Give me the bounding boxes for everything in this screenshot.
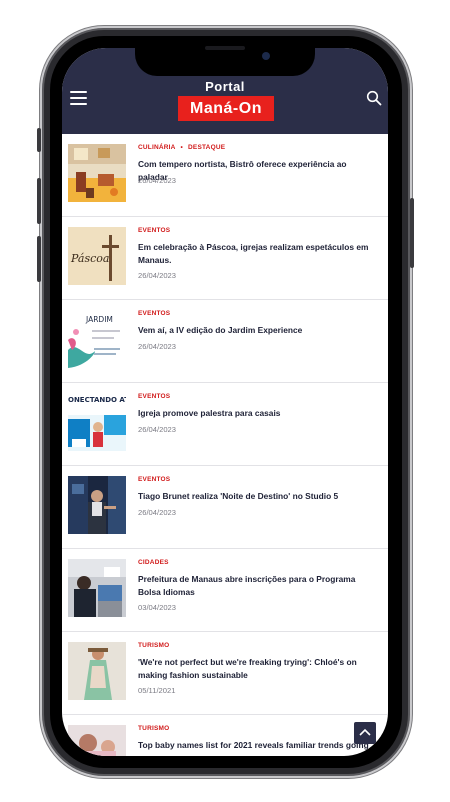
article-date: 05/11/2021 bbox=[138, 686, 176, 695]
category-label[interactable]: EVENTOS bbox=[138, 393, 170, 400]
article-item[interactable]: TURISMO 'We're not perfect but we're fre… bbox=[62, 632, 388, 715]
article-title[interactable]: Em celebração à Páscoa, igrejas realizam… bbox=[138, 241, 378, 266]
article-thumbnail[interactable] bbox=[68, 725, 126, 756]
phone-power-button bbox=[410, 198, 414, 268]
site-logo[interactable]: Maná-On bbox=[178, 96, 274, 121]
article-item[interactable]: Páscoa EVENTOS Em celebração à Páscoa, i… bbox=[62, 217, 388, 300]
article-categories: EVENTOS bbox=[138, 310, 170, 317]
article-title[interactable]: Prefeitura de Manaus abre inscrições par… bbox=[138, 573, 378, 598]
article-date: 26/04/2023 bbox=[138, 342, 177, 351]
phone-notch bbox=[135, 36, 315, 76]
article-categories: TURISMO bbox=[138, 642, 169, 649]
article-thumbnail[interactable] bbox=[68, 642, 126, 700]
phone-screen: Portal Maná-On CULINÁRIA • DESTAQUE Com … bbox=[62, 48, 388, 756]
article-thumbnail[interactable] bbox=[68, 144, 126, 202]
thumbnail-text: JARDIM bbox=[85, 315, 113, 324]
category-label[interactable]: CIDADES bbox=[138, 559, 169, 566]
article-categories: CIDADES bbox=[138, 559, 169, 566]
article-categories: TURISMO bbox=[138, 725, 169, 732]
phone-side-button bbox=[37, 128, 41, 152]
article-thumbnail[interactable] bbox=[68, 476, 126, 534]
article-thumbnail[interactable] bbox=[68, 559, 126, 617]
article-categories: CULINÁRIA • DESTAQUE bbox=[138, 144, 226, 151]
article-categories: EVENTOS bbox=[138, 227, 170, 234]
logo-top-text: Portal bbox=[205, 79, 245, 94]
phone-side-button bbox=[37, 236, 41, 282]
phone-side-button bbox=[37, 178, 41, 224]
thumbnail-text: ONECTANDO ATRAPALHA bbox=[68, 396, 126, 404]
article-item[interactable]: CULINÁRIA • DESTAQUE Com tempero nortista,… bbox=[62, 134, 388, 217]
article-item[interactable]: ONECTANDO ATRAPALHA EVENTOS Igreja promo… bbox=[62, 383, 388, 466]
article-thumbnail[interactable]: Páscoa bbox=[68, 227, 126, 285]
phone-camera bbox=[262, 52, 270, 60]
article-item[interactable]: CIDADES Prefeitura de Manaus abre inscri… bbox=[62, 549, 388, 632]
article-item[interactable]: JARDIM EVENTOS Vem aí, a IV edição do Ja… bbox=[62, 300, 388, 383]
thumbnail-text: Páscoa bbox=[70, 252, 109, 265]
search-icon[interactable] bbox=[366, 90, 382, 106]
category-label[interactable]: TURISMO bbox=[138, 725, 169, 732]
scroll-to-top-button[interactable] bbox=[354, 722, 376, 744]
category-label[interactable]: EVENTOS bbox=[138, 227, 170, 234]
category-label[interactable]: CULINÁRIA bbox=[138, 144, 176, 151]
article-categories: EVENTOS bbox=[138, 393, 170, 400]
article-date: 26/04/2023 bbox=[138, 176, 177, 185]
article-list: CULINÁRIA • DESTAQUE Com tempero nortista,… bbox=[62, 134, 388, 756]
article-title[interactable]: 'We're not perfect but we're freaking tr… bbox=[138, 656, 378, 681]
article-date: 26/04/2023 bbox=[138, 508, 177, 517]
article-thumbnail[interactable]: ONECTANDO ATRAPALHA bbox=[68, 393, 126, 451]
article-date: 26/04/2023 bbox=[138, 271, 177, 280]
article-categories: EVENTOS bbox=[138, 476, 170, 483]
article-title[interactable]: Top baby names list for 2021 reveals fam… bbox=[138, 739, 378, 752]
phone-speaker bbox=[205, 46, 245, 50]
chevron-up-icon bbox=[359, 728, 371, 736]
article-item[interactable]: TURISMO Top baby names list for 2021 rev… bbox=[62, 715, 388, 756]
category-label[interactable]: EVENTOS bbox=[138, 476, 170, 483]
category-label[interactable]: EVENTOS bbox=[138, 310, 170, 317]
article-date: 03/04/2023 bbox=[138, 603, 177, 612]
category-label[interactable]: TURISMO bbox=[138, 642, 169, 649]
article-title[interactable]: Igreja promove palestra para casais bbox=[138, 407, 378, 420]
article-item[interactable]: EVENTOS Tiago Brunet realiza 'Noite de D… bbox=[62, 466, 388, 549]
article-date: 26/04/2023 bbox=[138, 425, 177, 434]
article-title[interactable]: Vem aí, a IV edição do Jardim Experience bbox=[138, 324, 378, 337]
category-label[interactable]: DESTAQUE bbox=[188, 144, 225, 151]
article-title[interactable]: Tiago Brunet realiza 'Noite de Destino' … bbox=[138, 490, 378, 503]
article-thumbnail[interactable]: JARDIM bbox=[68, 310, 126, 368]
